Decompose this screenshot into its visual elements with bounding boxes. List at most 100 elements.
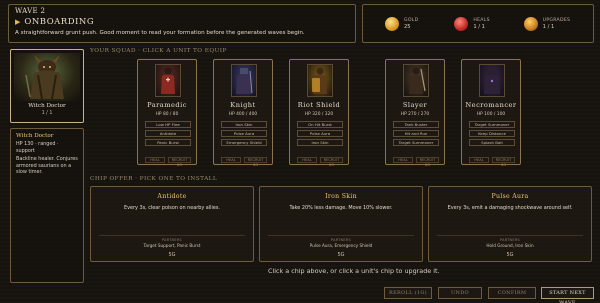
upgrades-stat: UPGRADES 1 / 1 (523, 16, 593, 31)
play-triangle-icon: ▶ (15, 18, 21, 26)
unit-hp: HP 100 / 100 (476, 112, 506, 117)
riot-shield-figure (312, 67, 327, 94)
info-unit-name: Witch Doctor (16, 133, 54, 139)
selected-unit-card[interactable]: Witch Doctor 1 / 1 (10, 49, 84, 123)
info-unit-stats: HP 130 · ranged · support (16, 141, 59, 154)
chip-offer-pulse-aura[interactable]: Pulse Aura Every 3s, emit a damaging sho… (428, 186, 592, 262)
gold-value: 25 (404, 23, 411, 30)
unit-chip-slot[interactable]: Emergency Shield (221, 139, 267, 146)
unit-name: Paramedic (147, 101, 187, 109)
offer-description: Take 20% less damage. Move 10% slower. (289, 205, 393, 211)
unit-card-knight[interactable]: Knight HP 400 / 400 Iron Skin Pulse Aura… (213, 59, 273, 167)
reroll-button[interactable]: REROLL (1G) (384, 287, 432, 299)
gold-label: GOLD (404, 17, 419, 23)
heal-button[interactable]: HEAL (297, 157, 317, 163)
heals-stat: HEALS 1 / 1 (454, 16, 523, 31)
unit-chip-slot[interactable]: On Hit Burst (297, 121, 343, 128)
confirm-button[interactable]: CONFIRM (488, 287, 536, 299)
selected-unit-info: Witch Doctor HP 130 · ranged · support B… (10, 128, 84, 283)
knight-portrait (231, 64, 257, 97)
gold-stat: GOLD 25 (385, 16, 454, 31)
unit-chip-slot[interactable]: Iron Skin (221, 121, 267, 128)
witch-doctor-portrait (14, 53, 80, 101)
undo-button[interactable]: UNDO (438, 287, 482, 299)
stage-title: ONBOARDING (24, 17, 95, 27)
offer-divider (268, 235, 414, 236)
recruit-button[interactable]: RECRUIT 8G (320, 157, 343, 167)
recruit-button[interactable]: RECRUIT 8G (416, 157, 439, 167)
offer-partners: Hold Ground, Iron Skin (486, 243, 534, 248)
upgrades-value: 1 / 1 (542, 23, 555, 30)
paramedic-figure (161, 67, 175, 94)
heart-icon (454, 16, 469, 31)
paramedic-portrait (155, 64, 181, 97)
offer-cost: 5G (168, 252, 176, 258)
recruit-button[interactable]: RECRUIT 8G (168, 157, 191, 167)
unit-chip-slot[interactable]: Panic Burst (145, 139, 191, 146)
unit-chip-slot[interactable]: Low HP Flee (145, 121, 191, 128)
offer-description: Every 3s, emit a damaging shockwave arou… (447, 205, 573, 211)
start-next-wave-button[interactable]: START NEXT WAVE (541, 287, 594, 303)
offer-cost: 5G (337, 252, 345, 258)
gold-coin-icon (385, 16, 399, 31)
heal-button[interactable]: HEAL (221, 157, 241, 163)
offer-partners-label: PARTNERS (162, 238, 182, 242)
unit-chip-slot[interactable]: Target Summoner (469, 121, 515, 128)
heals-label: HEALS (473, 17, 490, 23)
unit-card-riot-shield[interactable]: Riot Shield HP 320 / 320 On Hit Burst Pu… (289, 59, 349, 167)
necromancer-portrait (479, 64, 505, 97)
offer-divider (437, 235, 583, 236)
unit-chip-slot[interactable]: Iron Skin (297, 139, 343, 146)
unit-name: Necromancer (465, 101, 517, 109)
info-unit-description: Backline healer. Conjures armored sauria… (16, 156, 78, 176)
offer-partners-label: PARTNERS (500, 238, 520, 242)
unit-name: Riot Shield (297, 101, 341, 109)
riot-shield-portrait (307, 64, 333, 97)
resource-bar: GOLD 25 HEALS 1 / 1 UPGRADES 1 / 1 (362, 4, 594, 43)
slayer-portrait (403, 64, 429, 97)
unit-chip-slot[interactable]: Tank Buster (393, 121, 439, 128)
selected-unit-name: Witch Doctor (28, 103, 66, 109)
selected-unit-level: 1 / 1 (41, 111, 53, 116)
unit-card-paramedic[interactable]: Paramedic HP 80 / 80 Low HP Flee Antidot… (137, 59, 197, 167)
necromancer-figure (484, 67, 500, 94)
recruit-button[interactable]: RECRUIT 8G (492, 157, 515, 167)
offer-title: Iron Skin (325, 193, 357, 200)
offer-partners-label: PARTNERS (331, 238, 351, 242)
unit-chip-slot[interactable]: Pulse Aura (221, 130, 267, 137)
unit-chip-slot[interactable]: Splash Bolt (469, 139, 515, 146)
upgrade-icon (523, 16, 538, 31)
unit-chip-slot[interactable]: Antidote (145, 130, 191, 137)
stage-row: ▶ ONBOARDING (15, 17, 349, 27)
unit-chip-slot[interactable]: Target Summoner (393, 139, 439, 146)
heal-button[interactable]: HEAL (393, 157, 413, 163)
chip-offer-iron-skin[interactable]: Iron Skin Take 20% less damage. Move 10%… (259, 186, 423, 262)
unit-hp: HP 270 / 270 (400, 112, 430, 117)
offer-title: Antidote (157, 193, 187, 200)
chip-offer-antidote[interactable]: Antidote Every 3s, clear poison on nearb… (90, 186, 254, 262)
slayer-figure (409, 67, 426, 94)
offer-title: Pulse Aura (491, 193, 529, 200)
unit-card-necromancer[interactable]: Necromancer HP 100 / 100 Target Summoner… (461, 59, 521, 167)
offer-divider (99, 235, 245, 236)
instruction-hint: Click a chip above, or click a unit's ch… (268, 267, 440, 275)
unit-chip-slot[interactable]: Hit and Run (393, 130, 439, 137)
unit-card-slayer[interactable]: Slayer HP 270 / 270 Tank Buster Hit and … (385, 59, 445, 167)
recruit-button[interactable]: RECRUIT 8G (244, 157, 267, 167)
heal-button[interactable]: HEAL (145, 157, 165, 163)
unit-name: Slayer (402, 101, 428, 109)
wave-header: WAVE 2 ▶ ONBOARDING A straightforward gr… (8, 4, 356, 43)
heal-button[interactable]: HEAL (469, 157, 489, 163)
unit-hp: HP 400 / 400 (228, 112, 258, 117)
heals-value: 1 / 1 (473, 23, 485, 30)
squad-heading: YOUR SQUAD · CLICK A UNIT TO EQUIP (90, 48, 227, 54)
unit-name: Knight (230, 101, 256, 109)
offer-partners: Target Support, Panic Burst (143, 243, 201, 248)
offer-cost: 5G (506, 252, 514, 258)
offer-partners: Pulse Aura, Emergency Shield (309, 243, 373, 248)
knight-figure (236, 68, 253, 94)
unit-hp: HP 320 / 320 (304, 112, 334, 117)
wave-description: A straightforward grunt push. Good momen… (15, 30, 305, 36)
unit-chip-slot[interactable]: Keep Distance (469, 130, 515, 137)
unit-chip-slot[interactable]: Pulse Aura (297, 130, 343, 137)
